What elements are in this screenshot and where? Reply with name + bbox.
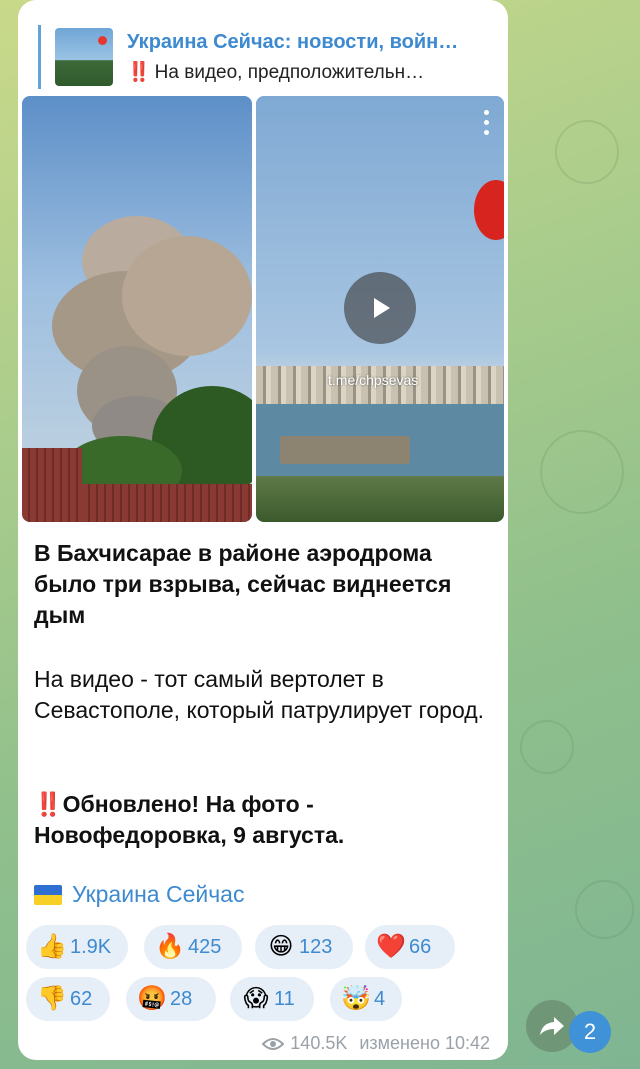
- screaming-face-icon: 😱: [243, 985, 269, 1012]
- heart-icon: ❤️: [376, 933, 406, 960]
- unread-badge[interactable]: 2: [569, 1011, 611, 1053]
- share-arrow-icon: [540, 1017, 564, 1035]
- reaction-thumbs-up[interactable]: 👍 1.9K: [26, 925, 128, 969]
- reaction-exploding-head[interactable]: 🤯 4: [330, 977, 402, 1021]
- video-attachment[interactable]: t.me/chpsevas: [256, 96, 504, 522]
- play-button[interactable]: [344, 272, 416, 344]
- reply-preview[interactable]: Украина Сейчас: новости, войн… ‼️ На виде…: [38, 25, 501, 89]
- thumbs-down-icon: 👎: [37, 985, 67, 1012]
- message-paragraph-2: На видео - тот самый вертолет в Севастоп…: [34, 666, 485, 723]
- reply-channel-title: Украина Сейчас: новости, войн…: [127, 30, 459, 53]
- play-icon: [374, 298, 390, 318]
- cursing-face-icon: 🤬: [137, 985, 167, 1012]
- reaction-heart[interactable]: ❤️ 66: [365, 925, 455, 969]
- reply-snippet-text: На видео, предположительн…: [154, 61, 425, 83]
- photo-attachment[interactable]: [22, 96, 252, 522]
- reply-snippet: ‼️ На видео, предположительн…: [127, 60, 458, 84]
- video-watermark: t.me/chpsevas: [328, 372, 419, 388]
- thumbs-up-icon: 👍: [37, 933, 67, 960]
- reaction-count: 62: [70, 987, 93, 1010]
- message-paragraph-3: ‼️Обновлено! На фото - Новофедоровка, 9 …: [34, 789, 494, 851]
- channel-link[interactable]: Украина Сейчас: [34, 881, 244, 908]
- reaction-count: 425: [188, 935, 222, 958]
- reaction-cursing[interactable]: 🤬 28: [126, 977, 216, 1021]
- ukraine-flag-icon: [34, 884, 62, 905]
- reaction-count: 1.9K: [70, 935, 112, 958]
- reaction-thumbs-down[interactable]: 👎 62: [26, 977, 110, 1021]
- reaction-count: 11: [274, 987, 295, 1010]
- view-count: 140.5K: [290, 1033, 348, 1053]
- reaction-grinning[interactable]: 😁 123: [255, 925, 353, 969]
- reaction-count: 28: [170, 987, 193, 1010]
- reaction-count: 66: [409, 935, 432, 958]
- exploding-head-icon: 🤯: [341, 985, 371, 1012]
- reaction-screaming[interactable]: 😱 11: [230, 977, 314, 1021]
- double-exclamation-icon: ‼️: [127, 61, 151, 83]
- reaction-count: 123: [299, 935, 333, 958]
- reaction-fire[interactable]: 🔥 425: [144, 925, 242, 969]
- grinning-face-icon: 😁: [268, 933, 294, 960]
- edited-timestamp: изменено 10:42: [359, 1033, 490, 1053]
- channel-link-text: Украина Сейчас: [72, 881, 245, 907]
- more-options-icon[interactable]: [484, 110, 490, 140]
- message-bubble: Украина Сейчас: новости, войн… ‼️ На виде…: [18, 0, 508, 1060]
- fire-icon: 🔥: [155, 933, 185, 960]
- message-paragraph-3-text: Обновлено! На фото - Новофедоровка, 9 ав…: [34, 791, 345, 848]
- reply-thumbnail: [55, 28, 113, 86]
- double-exclamation-icon: ‼️: [34, 791, 63, 817]
- reaction-count: 4: [374, 987, 386, 1010]
- message-paragraph-1: В Бахчисарае в районе аэродрома было три…: [34, 540, 452, 628]
- eye-icon: [262, 1037, 285, 1050]
- message-meta: 140.5K изменено 10:42: [262, 1033, 490, 1054]
